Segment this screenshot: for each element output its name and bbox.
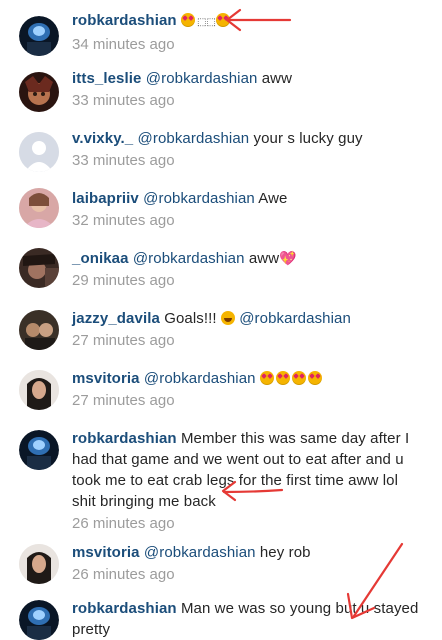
avatar[interactable] [19,600,59,640]
mention-link[interactable]: @robkardashian [146,70,258,87]
comment-time: 27 minutes ago [72,392,175,409]
red-arrow-icon [221,480,284,502]
mention-link[interactable]: @robkardashian [133,250,245,267]
mention-link[interactable]: @robkardashian [239,310,351,327]
comment-text: aww [244,250,280,267]
avatar[interactable] [19,16,59,56]
mention-link[interactable]: @robkardashian [143,190,255,207]
comment-time: 26 minutes ago [72,515,175,532]
comment-username[interactable]: robkardashian [72,430,177,447]
comment-time: 33 minutes ago [72,92,175,109]
comment-username[interactable]: msvitoria [72,370,140,387]
comment-username[interactable]: itts_leslie [72,70,141,87]
mention-link[interactable]: @robkardashian [144,544,256,561]
comment-username[interactable]: _onikaa [72,250,129,267]
comment-time: 34 minutes ago [72,36,175,53]
comment-text: had that game and we went out to eat aft… [72,451,404,468]
comment-time: 32 minutes ago [72,212,175,229]
sparkling-heart-icon: 💖 [279,250,297,266]
comment-text: Awe [254,190,288,207]
comment-text: your s lucky guy [249,130,363,147]
comment-username[interactable]: laibapriiv [72,190,139,207]
avatar[interactable] [19,132,59,172]
comment-time: 33 minutes ago [72,152,175,169]
mention-link[interactable]: @robkardashian [138,130,250,147]
red-arrow-icon [346,542,404,620]
comment-text: Member this was same day after I [176,430,410,447]
comment-time: 29 minutes ago [72,272,175,289]
avatar[interactable] [19,248,59,288]
heart-eyes-emoji-icon [259,370,324,387]
comment-text: aww [257,70,293,87]
avatar[interactable] [19,544,59,584]
comment-username[interactable]: v.vixky._ [72,130,133,147]
comment-username[interactable]: jazzy_davila [72,310,160,327]
avatar[interactable] [19,188,59,228]
comment-username[interactable]: robkardashian [72,12,177,29]
avatar[interactable] [19,72,59,112]
comment-username[interactable]: msvitoria [72,544,140,561]
comment-text: pretty [72,621,111,638]
avatar[interactable] [19,430,59,470]
avatar[interactable] [19,310,59,350]
comment-text: Goals!!! [159,310,221,327]
avatar[interactable] [19,370,59,410]
red-arrow-icon [225,8,292,32]
comment-username[interactable]: robkardashian [72,600,177,617]
laughing-emoji-icon [220,311,235,325]
mention-link[interactable]: @robkardashian [144,370,256,387]
comment-text: hey rob [255,544,311,561]
comment-time: 27 minutes ago [72,332,175,349]
